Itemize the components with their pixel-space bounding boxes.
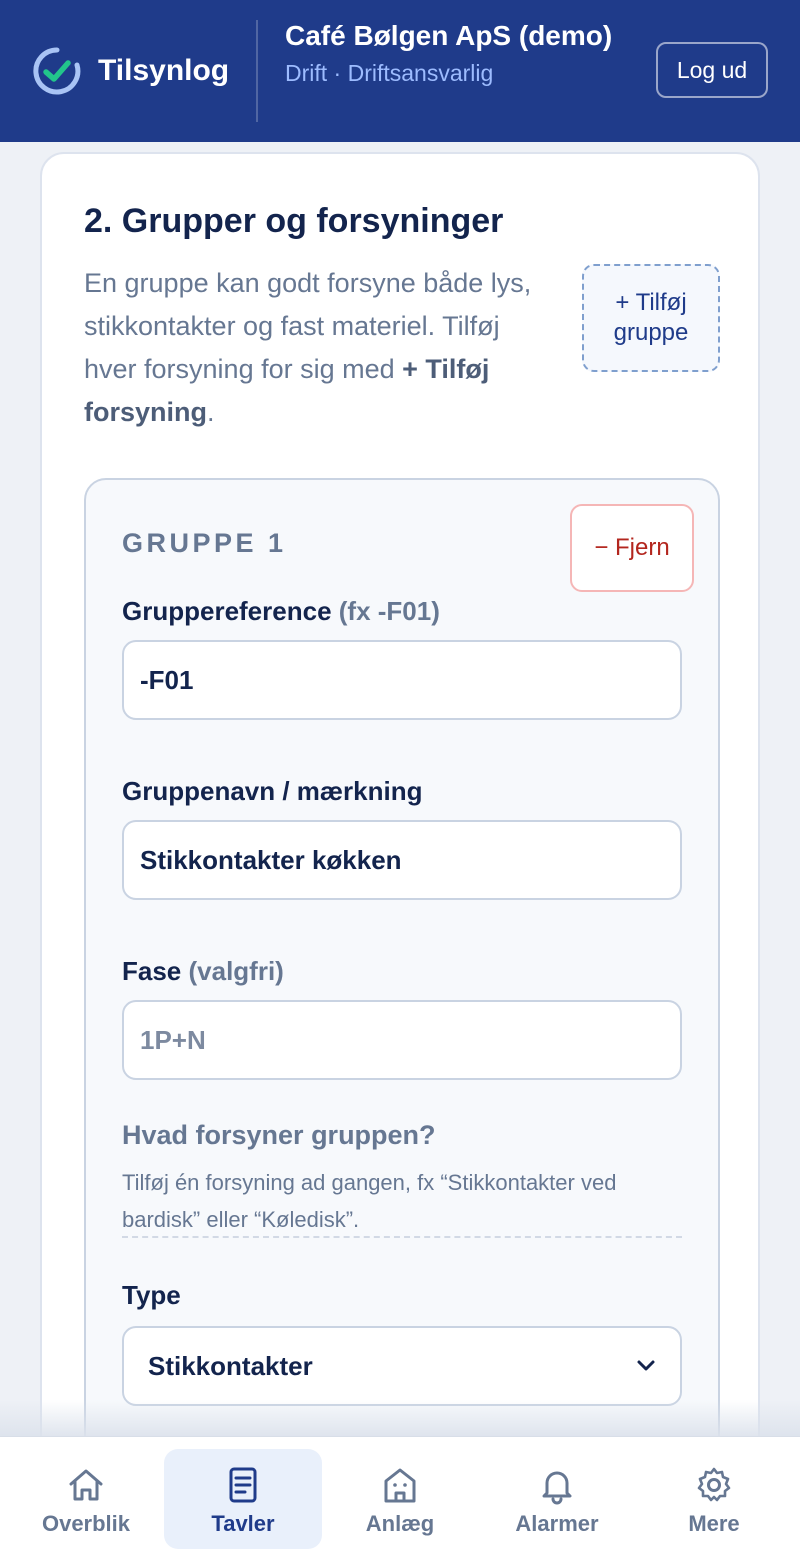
remove-group-button[interactable]: − Fjern bbox=[570, 504, 694, 592]
bell-icon bbox=[542, 1471, 572, 1505]
supply-title: Hvad forsyner gruppen? bbox=[122, 1120, 436, 1150]
building-icon bbox=[384, 1468, 416, 1503]
org-role: Drift · Driftsansvarlig bbox=[285, 60, 494, 86]
type-label: Type bbox=[122, 1280, 181, 1310]
document-icon bbox=[229, 1467, 257, 1503]
add-group-label-line1: + Tilføj bbox=[615, 289, 687, 316]
nav-label-mere: Mere bbox=[688, 1511, 740, 1536]
nav-item-overblik[interactable]: Overblik bbox=[7, 1449, 165, 1549]
logout-button[interactable]: Log ud bbox=[656, 42, 768, 98]
phase-hint: (valgfri) bbox=[188, 956, 284, 986]
group-panel: GRUPPE 1 − Fjern Gruppereference (fx -F0… bbox=[84, 478, 720, 1478]
group-reference-label-text: Gruppereference bbox=[122, 596, 332, 626]
header-divider bbox=[256, 20, 258, 122]
section-description: En gruppe kan godt forsyne både lys, sti… bbox=[84, 262, 534, 434]
groups-card: 2. Grupper og forsyninger En gruppe kan … bbox=[40, 152, 760, 1478]
brand[interactable]: Tilsynlog bbox=[32, 46, 229, 96]
nav-label-overblik: Overblik bbox=[41, 1511, 131, 1536]
scroll-fade bbox=[0, 1400, 800, 1436]
add-group-label-line2: gruppe bbox=[613, 319, 689, 346]
app-header: Tilsynlog Café Bølgen ApS (demo) Drift ·… bbox=[0, 0, 800, 142]
nav-item-mere[interactable]: Mere bbox=[635, 1449, 793, 1549]
bottom-nav: Overblik Tavler Anlæg Alarmer Mere bbox=[0, 1436, 800, 1560]
app-name: Tilsynlog bbox=[98, 54, 230, 87]
nav-label-tavler: Tavler bbox=[211, 1511, 275, 1536]
chevron-down-icon bbox=[637, 1360, 655, 1371]
group-name-input[interactable] bbox=[122, 820, 682, 900]
type-select-value: Stikkontakter bbox=[148, 1350, 313, 1381]
home-icon bbox=[69, 1469, 103, 1501]
group-title: GRUPPE 1 bbox=[122, 528, 287, 558]
phase-label: Fase (valgfri) bbox=[122, 956, 284, 987]
group-reference-input[interactable] bbox=[122, 640, 682, 720]
org-info: Café Bølgen ApS (demo) Drift · Driftsans… bbox=[285, 18, 625, 88]
nav-item-tavler[interactable]: Tavler bbox=[164, 1449, 322, 1549]
nav-label-anlaeg: Anlæg bbox=[365, 1511, 435, 1536]
check-circle-logo-icon bbox=[32, 46, 82, 96]
group-reference-label: Gruppereference (fx -F01) bbox=[122, 596, 440, 627]
nav-item-anlaeg[interactable]: Anlæg bbox=[321, 1449, 479, 1549]
org-name: Café Bølgen ApS (demo) bbox=[285, 20, 613, 51]
type-select[interactable]: Stikkontakter bbox=[122, 1326, 682, 1406]
phase-input[interactable] bbox=[122, 1000, 682, 1080]
add-group-button[interactable]: + Tilføj gruppe bbox=[582, 264, 720, 372]
phase-label-text: Fase bbox=[122, 956, 182, 986]
supply-description: Tilføj én forsyning ad gangen, fx “Stikk… bbox=[122, 1170, 617, 1232]
supply-divider bbox=[122, 1236, 682, 1238]
section-title: 2. Grupper og forsyninger bbox=[84, 202, 504, 240]
group-name-label: Gruppenavn / mærkning bbox=[122, 776, 423, 806]
nav-item-alarmer[interactable]: Alarmer bbox=[478, 1449, 636, 1549]
gear-icon bbox=[697, 1467, 731, 1502]
section-description-end: . bbox=[207, 397, 215, 427]
nav-label-alarmer: Alarmer bbox=[515, 1511, 599, 1536]
group-reference-hint: (fx -F01) bbox=[338, 596, 440, 626]
